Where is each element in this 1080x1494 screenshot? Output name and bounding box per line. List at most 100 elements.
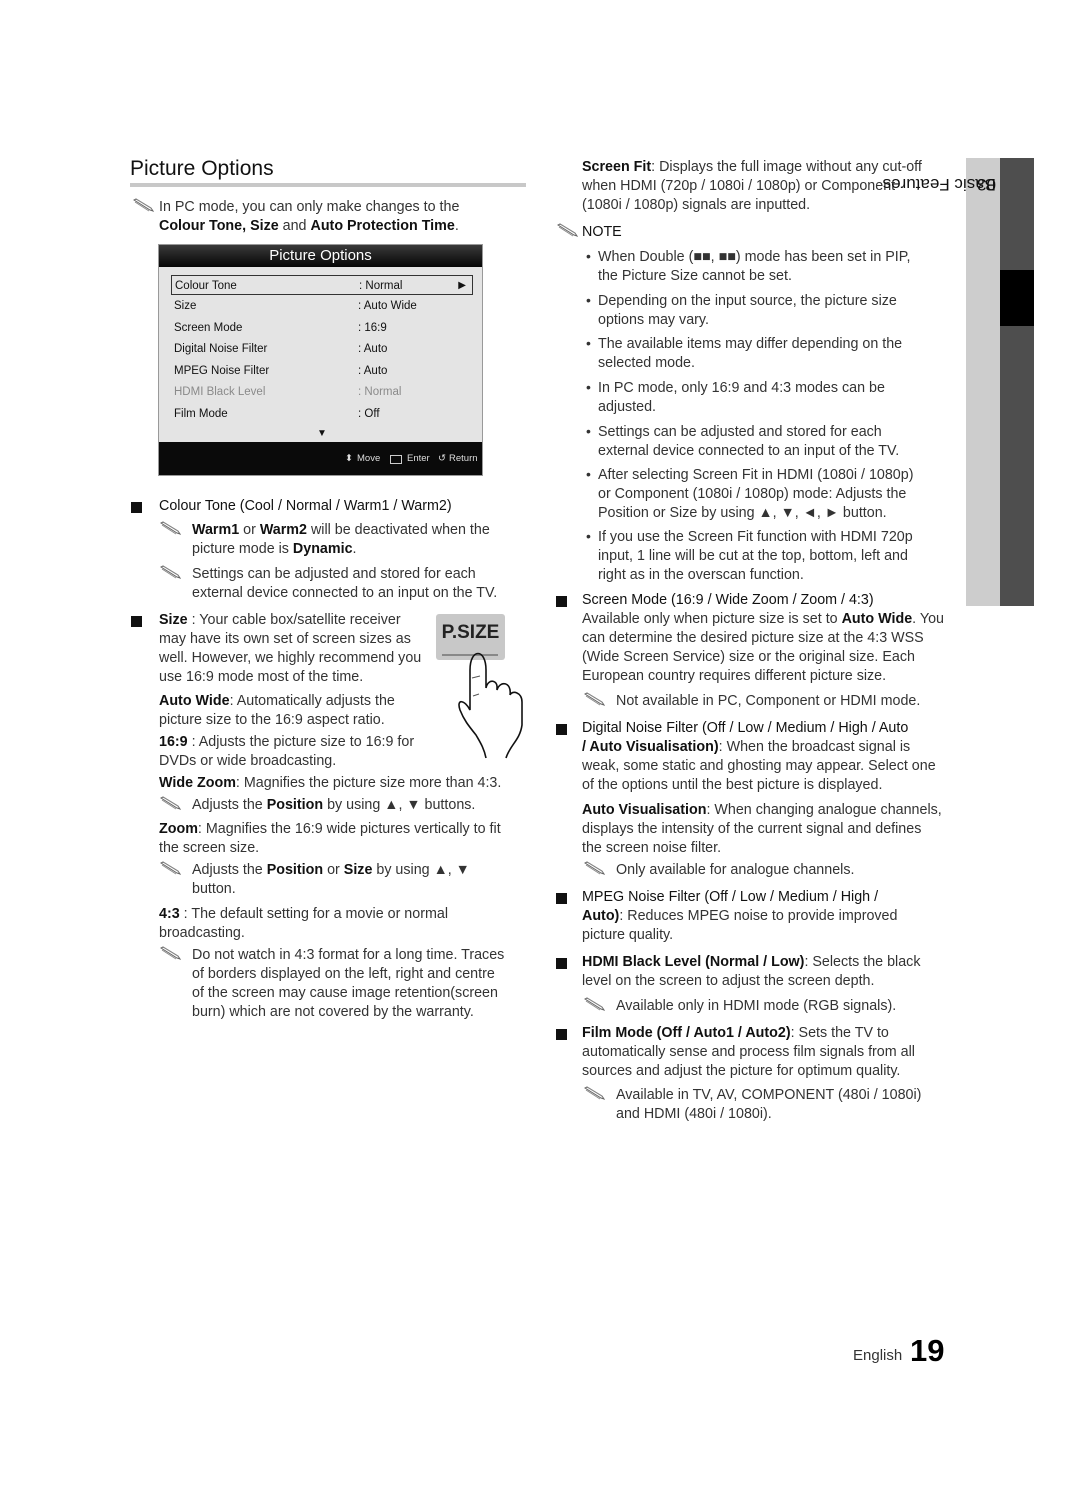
title-divider — [130, 183, 526, 187]
text: or — [323, 862, 344, 878]
screen-mode-line3: (Wide Screen Service) size or the origin… — [582, 649, 915, 665]
note-pencil-icon — [583, 861, 605, 875]
bullet-dot-icon: • — [586, 423, 591, 439]
zoom-note-line1: Adjusts the Position or Size by using ▲,… — [192, 861, 470, 880]
note-bullet-2-line1: Depending on the input source, the pictu… — [598, 293, 897, 309]
film-mode-note-line2: and HDMI (480i / 1080i). — [616, 1106, 772, 1122]
text: : Your cable box/satellite receiver — [187, 612, 401, 628]
zoom-note-line2: button. — [192, 881, 236, 897]
section-bullet-square-icon — [556, 1029, 567, 1040]
note-bullet-4-line2: adjusted. — [598, 399, 657, 415]
bullet-dot-icon: • — [586, 248, 591, 264]
intro-note-line1: In PC mode, you can only make changes to… — [159, 199, 460, 215]
ratio-4-3-note-line4: burn) which are not covered by the warra… — [192, 1004, 474, 1020]
auto-visualisation-line1: Auto Visualisation: When changing analog… — [582, 801, 942, 820]
osd-row-colour-tone[interactable]: Colour Tone : Normal ▶ — [171, 275, 473, 295]
hdmi-black-note: Available only in HDMI mode (RGB signals… — [616, 998, 897, 1014]
digital-noise-line4: of the options until the best picture is… — [582, 777, 883, 793]
osd-row-label: HDMI Black Level — [174, 386, 266, 398]
bold-text: / Auto Visualisation) — [582, 739, 719, 755]
note-bullet-7-line2: input, 1 line will be cut at the top, bo… — [598, 548, 908, 564]
note-bullet-3-line2: selected mode. — [598, 355, 695, 371]
mpeg-noise-line3: picture quality. — [582, 927, 674, 943]
osd-row-label: Screen Mode — [174, 322, 243, 334]
bold-text: Auto Protection Time — [310, 218, 455, 234]
colour-tone-note2-line2: external device connected to an input on… — [192, 585, 498, 601]
note-bullet-6-line1: After selecting Screen Fit in HDMI (1080… — [598, 467, 914, 483]
bold-text: Auto Visualisation — [582, 802, 707, 818]
bold-text: 4:3 — [159, 906, 180, 922]
hdmi-black-line2: level on the screen to adjust the screen… — [582, 973, 875, 989]
section-bullet-square-icon — [131, 502, 142, 513]
text: . — [454, 218, 459, 234]
osd-row-hdmi-black-level: HDMI Black Level : Normal — [171, 382, 473, 402]
bold-text: Size — [343, 862, 373, 878]
scroll-down-arrow-icon[interactable]: ▼ — [317, 428, 327, 439]
osd-row-value: : Normal — [359, 280, 403, 292]
bullet-dot-icon: • — [586, 379, 591, 395]
osd-row-label: MPEG Noise Filter — [174, 365, 270, 377]
section-bullet-square-icon — [556, 596, 567, 607]
digital-noise-line2: / Auto Visualisation): When the broadcas… — [582, 738, 910, 757]
bullet-dot-icon: • — [586, 466, 591, 482]
text: : Adjusts the picture size to 16:9 for — [187, 734, 415, 750]
auto-wide-line1: Auto Wide: Automatically adjusts the — [159, 692, 395, 711]
osd-row-value: : Normal — [358, 386, 402, 398]
size-line1: Size : Your cable box/satellite receiver — [159, 611, 401, 630]
text: : Displays the full image without any cu… — [651, 159, 922, 175]
page-title: Picture Options — [130, 157, 274, 180]
osd-row-value: : Auto Wide — [358, 300, 417, 312]
chapter-tab-marker — [1000, 270, 1034, 326]
text: and — [278, 218, 311, 234]
text: picture mode is — [192, 541, 293, 557]
wide-zoom-note: Adjusts the Position by using ▲, ▼ butto… — [192, 796, 475, 815]
enter-icon — [390, 455, 402, 464]
text: : When changing analogue channels, — [706, 802, 942, 818]
osd-row-label: Film Mode — [174, 408, 228, 420]
note-pencil-icon — [159, 946, 181, 960]
osd-row-digital-noise-filter[interactable]: Digital Noise Filter : Auto — [171, 339, 473, 359]
text: : Reduces MPEG noise to provide improved — [619, 908, 898, 924]
note-pencil-icon — [159, 521, 181, 535]
text: : Magnifies the picture size more than 4… — [235, 775, 502, 791]
ratio-4-3-note-line1: Do not watch in 4:3 format for a long ti… — [192, 947, 505, 963]
size-line2: may have its own set of screen sizes as — [159, 631, 411, 647]
digital-noise-heading-line1: Digital Noise Filter (Off / Low / Medium… — [582, 720, 909, 736]
text: by using ▲, ▼ — [372, 862, 470, 878]
zoom-line2: the screen size. — [159, 840, 260, 856]
osd-footer-enter: Enter — [407, 453, 430, 464]
size-line3: well. However, we highly recommend you — [159, 650, 422, 666]
bold-text: Position — [266, 862, 324, 878]
note-pencil-icon — [583, 997, 605, 1011]
screen-fit-line1: Screen Fit: Displays the full image with… — [582, 158, 922, 177]
move-icon: ⬍ — [345, 453, 353, 464]
mpeg-noise-line2: Auto): Reduces MPEG noise to provide imp… — [582, 907, 897, 926]
chapter-label-text: 03 Basic Features — [883, 164, 996, 194]
osd-row-size[interactable]: Size : Auto Wide — [171, 296, 473, 316]
text: by using ▲, ▼ buttons. — [323, 797, 476, 813]
note-bullet-5-line2: external device connected to an input of… — [598, 443, 900, 459]
osd-row-film-mode[interactable]: Film Mode : Off — [171, 404, 473, 424]
note-bullet-5-line1: Settings can be adjusted and stored for … — [598, 424, 882, 440]
screen-mode-note: Not available in PC, Component or HDMI m… — [616, 693, 921, 709]
section-bullet-square-icon — [556, 958, 567, 969]
note-pencil-icon — [159, 565, 181, 579]
bold-text: Size — [159, 612, 188, 628]
note-bullet-3-line1: The available items may differ depending… — [598, 336, 903, 352]
note-pencil-icon — [159, 796, 181, 810]
zoom-line1: Zoom: Magnifies the 16:9 wide pictures v… — [159, 820, 501, 839]
osd-row-mpeg-noise-filter[interactable]: MPEG Noise Filter : Auto — [171, 361, 473, 381]
return-icon: ↺ — [438, 453, 446, 464]
film-mode-line1: Film Mode (Off / Auto1 / Auto2): Sets th… — [582, 1024, 889, 1043]
osd-footer-move: Move — [357, 453, 381, 464]
bold-text: Zoom — [159, 821, 198, 837]
bold-text: HDMI Black Level (Normal / Low) — [582, 954, 805, 970]
note-pencil-icon — [583, 1086, 605, 1100]
text: will be deactivated when the — [306, 522, 490, 538]
osd-row-screen-mode[interactable]: Screen Mode : 16:9 — [171, 318, 473, 338]
bold-text: 16:9 — [159, 734, 188, 750]
right-arrow-icon: ▶ — [458, 280, 466, 291]
ratio-4-3-line2: broadcasting. — [159, 925, 245, 941]
note-pencil-icon — [132, 198, 154, 212]
osd-footer: ⬍ Move Enter ↺ Return — [159, 442, 482, 475]
